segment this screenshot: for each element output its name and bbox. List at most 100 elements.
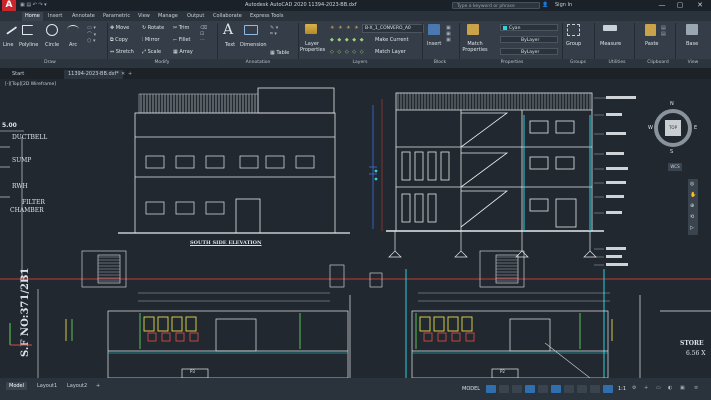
paste-icon[interactable]	[645, 24, 656, 36]
match-properties-icon[interactable]	[467, 24, 479, 35]
model-space-button[interactable]: MODEL	[462, 386, 480, 392]
dimension-icon[interactable]	[244, 25, 258, 35]
arc-button[interactable]: Arc	[69, 42, 77, 48]
group-button[interactable]: Group	[566, 41, 581, 47]
isolate-objects-icon[interactable]: ◐	[668, 385, 672, 391]
tab-collaborate[interactable]: Collaborate	[213, 12, 242, 21]
new-layout-button[interactable]: +	[93, 382, 103, 390]
viewcube[interactable]: TOP N S W E	[648, 101, 700, 159]
new-tab-icon[interactable]: +	[128, 71, 132, 77]
match-properties-button[interactable]: Match Properties	[462, 41, 488, 53]
utilities-panel-label[interactable]: Utilities	[600, 59, 634, 67]
layer-properties-button[interactable]: Layer Properties	[300, 41, 325, 53]
tab-manage[interactable]: Manage	[158, 12, 178, 21]
annotation-scale[interactable]: 1:1	[618, 386, 626, 392]
compass-south[interactable]: S	[670, 149, 673, 155]
measure-icon[interactable]	[603, 25, 617, 31]
text-icon[interactable]: A	[223, 22, 233, 38]
units-icon[interactable]: ▭	[656, 385, 661, 391]
clipboard-panel-label[interactable]: Clipboard	[640, 59, 676, 67]
workspace-gear-icon[interactable]: ⚙	[632, 385, 636, 391]
layers-panel-label[interactable]: Layers	[340, 59, 380, 67]
array-button[interactable]: ▦ Array	[173, 49, 193, 55]
showmotion-icon[interactable]: ▷	[690, 225, 694, 231]
tab-layout2[interactable]: Layout2	[64, 382, 90, 390]
tab-annotate[interactable]: Annotate	[72, 12, 95, 21]
layer-properties-icon[interactable]	[305, 24, 317, 34]
tab-home[interactable]: Home	[22, 12, 43, 21]
base-view-icon[interactable]	[686, 24, 698, 35]
quick-access-toolbar[interactable]: ▣ ▤ ↶ ↷ ▾	[20, 2, 47, 8]
paste-button[interactable]: Paste	[645, 41, 659, 47]
annotation-small-tools-icon[interactable]: ✎ ▾ ⌗ ▾	[270, 25, 278, 37]
layer-dropdown[interactable]: B-X_1_CONVERO_A0	[362, 24, 424, 33]
base-button[interactable]: Base	[686, 41, 698, 47]
polyline-icon[interactable]	[22, 25, 33, 35]
autocad-logo-icon[interactable]: A	[2, 0, 16, 11]
compass-north[interactable]: N	[670, 101, 674, 107]
close-button[interactable]: ✕	[693, 0, 707, 11]
tab-start[interactable]: Start	[8, 70, 28, 79]
insert-block-icon[interactable]	[428, 24, 440, 35]
fillet-button[interactable]: ⌐ Fillet	[173, 37, 191, 43]
tab-output[interactable]: Output	[187, 12, 204, 21]
tab-view[interactable]: View	[138, 12, 150, 21]
orbit-icon[interactable]: ⟲	[690, 214, 694, 220]
view-panel-label[interactable]: View	[678, 59, 708, 67]
circle-icon[interactable]	[46, 24, 58, 36]
linetype-dropdown[interactable]: ByLayer	[500, 48, 558, 55]
ortho-toggle[interactable]	[512, 385, 522, 393]
polyline-button[interactable]: Polyline	[19, 42, 38, 48]
table-button[interactable]: ▦ Table	[270, 50, 289, 56]
zoom-icon[interactable]: ⊕	[690, 203, 694, 209]
polar-toggle[interactable]	[525, 385, 535, 393]
steering-wheel-icon[interactable]: ◎	[690, 181, 694, 187]
text-button[interactable]: Text	[225, 42, 235, 48]
draw-panel-label[interactable]: Draw	[30, 59, 70, 67]
close-tab-icon[interactable]: ✕	[121, 71, 125, 77]
grid-toggle[interactable]	[486, 385, 496, 393]
lineweight-dropdown[interactable]: ByLayer	[500, 36, 558, 43]
line-icon[interactable]	[2, 21, 18, 35]
drawing-canvas[interactable]: [-][Top][2D Wireframe] 5.00 DUCTBELL SUM…	[0, 79, 711, 378]
layer-tools-icons-row2[interactable]: ◇ ◇ ◇ ◇ ◇	[330, 49, 365, 55]
annotation-monitor-icon[interactable]: +	[644, 385, 648, 391]
move-button[interactable]: ✥ Move	[110, 25, 129, 31]
otrack-toggle[interactable]	[551, 385, 561, 393]
snap-toggle[interactable]	[499, 385, 509, 393]
insert-button[interactable]: Insert	[427, 41, 441, 47]
draw-tools-small-icon[interactable]: ▭ ▾ ⌒ ▾ ⬡ ▾	[87, 25, 96, 44]
compass-west[interactable]: W	[648, 125, 653, 131]
block-panel-label[interactable]: Block	[422, 59, 458, 67]
annotation-panel-label[interactable]: Annotation	[238, 59, 278, 67]
mirror-button[interactable]: ⫶ Mirror	[142, 37, 160, 43]
tab-document[interactable]: 11394-2023-BB.dxf*	[64, 70, 123, 79]
sign-in-link[interactable]: Sign In	[555, 2, 572, 8]
circle-button[interactable]: Circle	[45, 42, 59, 48]
make-current-button[interactable]: Make Current	[375, 37, 409, 43]
match-layer-button[interactable]: Match Layer	[375, 49, 406, 55]
modify-extra-icon[interactable]: ⌫ ⊡ ⋯	[200, 25, 207, 43]
tab-layout1[interactable]: Layout1	[34, 382, 60, 390]
viewcube-top-face[interactable]: TOP	[665, 120, 681, 136]
modify-panel-label[interactable]: Modify	[142, 59, 182, 67]
tab-model[interactable]: Model	[6, 382, 28, 390]
group-icon[interactable]	[567, 24, 580, 36]
minimize-button[interactable]: —	[655, 0, 669, 11]
color-dropdown[interactable]: Cyan	[500, 24, 558, 31]
search-input[interactable]: Type a keyword or phrase	[452, 2, 540, 9]
maximize-button[interactable]: ▢	[673, 0, 687, 11]
pan-icon[interactable]: ✋	[690, 192, 696, 198]
annotation-visibility-toggle[interactable]	[603, 385, 613, 393]
arc-icon[interactable]	[67, 25, 79, 34]
transparency-toggle[interactable]	[577, 385, 587, 393]
trim-button[interactable]: ✂ Trim	[173, 25, 189, 31]
clipboard-small-tools-icon[interactable]: ▤ ▤	[661, 25, 666, 37]
scale-button[interactable]: ⤢ Scale	[142, 49, 161, 55]
block-small-tools-icon[interactable]: ▣ ▣ ▣	[446, 25, 451, 43]
layer-tools-icons[interactable]: ◆ ◆ ◆ ◆ ◆	[330, 37, 365, 43]
selection-cycling-toggle[interactable]	[590, 385, 600, 393]
osnap-toggle[interactable]	[538, 385, 548, 393]
clean-screen-icon[interactable]: ▣	[680, 385, 685, 391]
stretch-button[interactable]: ⇔ Stretch	[110, 49, 134, 55]
